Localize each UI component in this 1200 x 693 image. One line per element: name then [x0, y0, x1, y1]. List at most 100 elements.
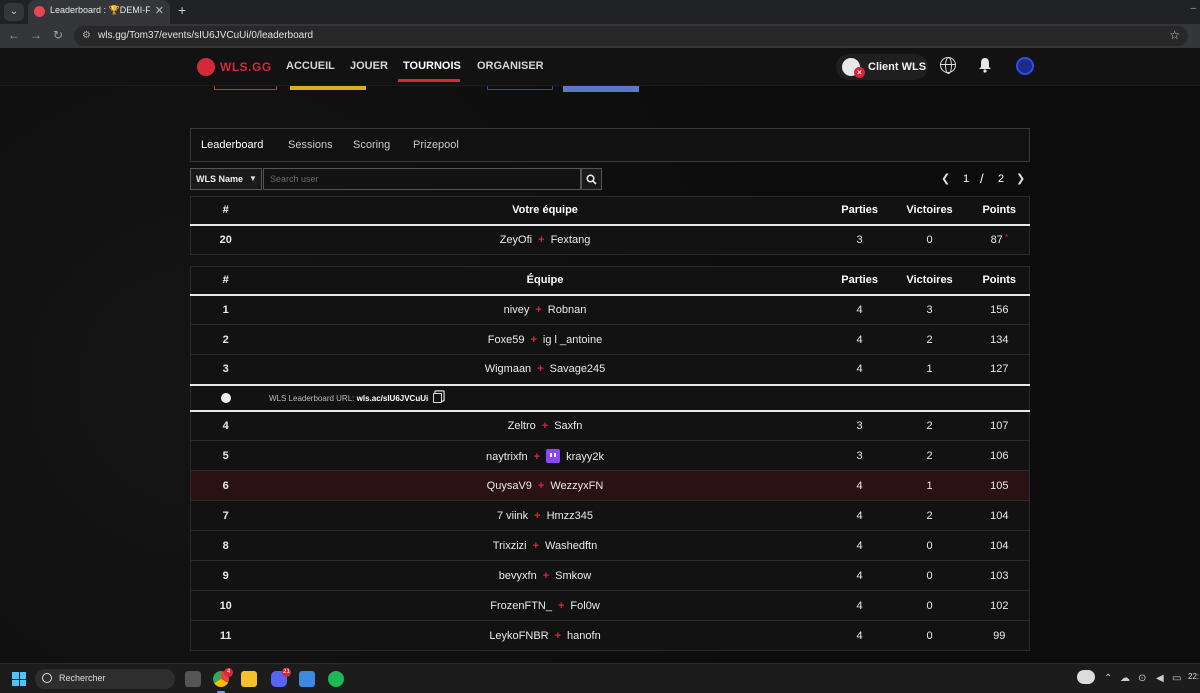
- banner-edge: [214, 86, 277, 90]
- player-name[interactable]: ig l _antoine: [543, 334, 602, 346]
- nav-tournois[interactable]: TOURNOIS: [403, 60, 461, 72]
- player-name[interactable]: 7 viink: [497, 510, 528, 522]
- table-row[interactable]: 8 Trixzizi + Washedftn 4 0 104: [190, 530, 1030, 561]
- my-team-row[interactable]: 20 ZeyOfi + Fextang 3 0 87 *: [190, 224, 1030, 255]
- windows-start-icon[interactable]: [12, 672, 26, 686]
- logo-text[interactable]: WLS.GG: [220, 60, 272, 74]
- next-page-icon[interactable]: ❯: [1016, 172, 1025, 185]
- speaker-icon[interactable]: ◀: [1156, 673, 1164, 684]
- banner-edge: [487, 86, 553, 90]
- bell-icon[interactable]: [978, 57, 992, 73]
- prev-page-icon[interactable]: ❮: [941, 172, 950, 185]
- player-name[interactable]: FrozenFTN_: [490, 600, 552, 612]
- player-name[interactable]: Zeltro: [508, 420, 536, 432]
- player-name[interactable]: Smkow: [555, 570, 591, 582]
- nav-accueil[interactable]: ACCUEIL: [286, 60, 335, 72]
- minimize-icon[interactable]: –: [1190, 3, 1196, 14]
- url-cell: WLS Leaderboard URL: wls.ac/sIU6JVCuUi: [190, 383, 1030, 412]
- url-text[interactable]: wls.gg/Tom37/events/sIU6JVCuUi/0/leaderb…: [98, 30, 313, 41]
- nav-jouer[interactable]: JOUER: [350, 60, 388, 72]
- parties-cell: 3: [829, 410, 890, 441]
- table-row[interactable]: 11 LeykoFNBR + hanofn 4 0 99: [190, 620, 1030, 651]
- player-name[interactable]: Wigmaan: [485, 363, 531, 375]
- weather-icon[interactable]: [1077, 670, 1095, 684]
- site-settings-icon[interactable]: ⚙: [82, 30, 94, 42]
- chevron-up-icon[interactable]: ⌃: [1104, 673, 1112, 684]
- table-row[interactable]: 4 Zeltro + Saxfn 3 2 107: [190, 410, 1030, 441]
- nav-organiser[interactable]: ORGANISER: [477, 60, 544, 72]
- discord-icon[interactable]: 21: [271, 668, 291, 687]
- reload-icon[interactable]: ↻: [53, 28, 63, 42]
- voir-plus-button[interactable]: [563, 86, 639, 92]
- task-view-icon[interactable]: [185, 671, 201, 687]
- filter-select[interactable]: WLS Name ▼: [190, 168, 262, 190]
- tab-search-button[interactable]: ⌄: [4, 3, 24, 21]
- table-row[interactable]: 2 Foxe59 + ig l _antoine 4 2 134: [190, 324, 1030, 355]
- leaderboard-url[interactable]: wls.ac/sIU6JVCuUi: [357, 394, 429, 403]
- player-name[interactable]: LeykoFNBR: [489, 630, 548, 642]
- plus-icon: +: [532, 539, 540, 552]
- tab-leaderboard[interactable]: Leaderboard: [201, 139, 263, 151]
- table-row[interactable]: 1 nivey + Robnan 4 3 156: [190, 294, 1030, 325]
- plus-icon: +: [541, 419, 549, 432]
- player-name[interactable]: nivey: [504, 304, 530, 316]
- copy-icon[interactable]: [433, 392, 443, 403]
- tab-prizepool[interactable]: Prizepool: [413, 139, 459, 151]
- plus-icon: +: [537, 363, 544, 376]
- table-row[interactable]: 9 bevyxfn + Smkow 4 0 103: [190, 560, 1030, 591]
- client-wls-button[interactable]: × Client WLS: [836, 54, 928, 80]
- player-name[interactable]: naytrixfn: [486, 451, 528, 463]
- spotify-icon[interactable]: [328, 671, 344, 687]
- forward-icon[interactable]: →: [30, 28, 42, 42]
- points-cell: 87 *: [969, 224, 1030, 255]
- cloud-icon[interactable]: ☁: [1120, 673, 1130, 684]
- language-globe-icon[interactable]: [940, 57, 956, 74]
- rank-cell: 1: [190, 294, 261, 325]
- player-name[interactable]: Fextang: [551, 234, 591, 246]
- player-name[interactable]: Hmzz345: [547, 510, 593, 522]
- wls-logo-icon[interactable]: [197, 58, 215, 76]
- disconnected-icon: ×: [854, 67, 865, 78]
- battery-icon[interactable]: ▭: [1172, 673, 1181, 684]
- table-row[interactable]: 6 QuysaV9 + WezzyxFN 4 1 105: [190, 470, 1030, 501]
- user-avatar[interactable]: [1016, 57, 1034, 75]
- player-name[interactable]: ZeyOfi: [500, 234, 532, 246]
- table-row[interactable]: 10 FrozenFTN_ + Fol0w 4 0 102: [190, 590, 1030, 621]
- plus-icon: +: [557, 599, 565, 612]
- player-name[interactable]: QuysaV9: [487, 480, 532, 492]
- search-user-input[interactable]: [263, 168, 581, 190]
- tab-scoring[interactable]: Scoring: [353, 139, 390, 151]
- player-name[interactable]: krayy2k: [566, 451, 604, 463]
- search-icon: [586, 174, 597, 185]
- player-name[interactable]: Saxfn: [554, 420, 582, 432]
- bookmark-star-icon[interactable]: ☆: [1169, 28, 1180, 42]
- player-name[interactable]: Foxe59: [488, 334, 525, 346]
- fortnite-icon[interactable]: [299, 671, 315, 687]
- table-row[interactable]: 3 Wigmaan + Savage245 4 1 127: [190, 354, 1030, 385]
- file-explorer-icon[interactable]: [241, 671, 257, 687]
- player-name[interactable]: Savage245: [550, 363, 606, 375]
- close-tab-icon[interactable]: ✕: [155, 4, 164, 17]
- player-name[interactable]: hanofn: [567, 630, 601, 642]
- chrome-icon[interactable]: 4: [213, 668, 233, 687]
- player-name[interactable]: WezzyxFN: [550, 480, 603, 492]
- points-cell: 99: [969, 620, 1030, 651]
- back-icon[interactable]: ←: [8, 28, 20, 42]
- wifi-icon[interactable]: ⊙: [1138, 673, 1146, 684]
- search-button[interactable]: [581, 168, 602, 190]
- browser-tab[interactable]: Leaderboard : 🏆DEMI-FINALE ✕: [28, 0, 170, 24]
- player-name[interactable]: Trixzizi: [493, 540, 527, 552]
- table-row[interactable]: 5 naytrixfn + krayy2k 3 2 106: [190, 440, 1030, 471]
- points-value: 87: [990, 234, 1003, 247]
- table-row[interactable]: 7 7 viink + Hmzz345 4 2 104: [190, 500, 1030, 531]
- tab-sessions[interactable]: Sessions: [288, 139, 333, 151]
- player-name[interactable]: Washedftn: [545, 540, 597, 552]
- player-name[interactable]: Robnan: [548, 304, 587, 316]
- new-tab-button[interactable]: +: [178, 2, 186, 18]
- player-name[interactable]: Fol0w: [570, 600, 599, 612]
- omnibox[interactable]: ⚙ wls.gg/Tom37/events/sIU6JVCuUi/0/leade…: [74, 26, 1188, 46]
- col-rank: #: [190, 266, 261, 296]
- player-name[interactable]: bevyxfn: [499, 570, 537, 582]
- twitch-icon[interactable]: [546, 448, 561, 463]
- taskbar-search[interactable]: Rechercher: [35, 669, 175, 689]
